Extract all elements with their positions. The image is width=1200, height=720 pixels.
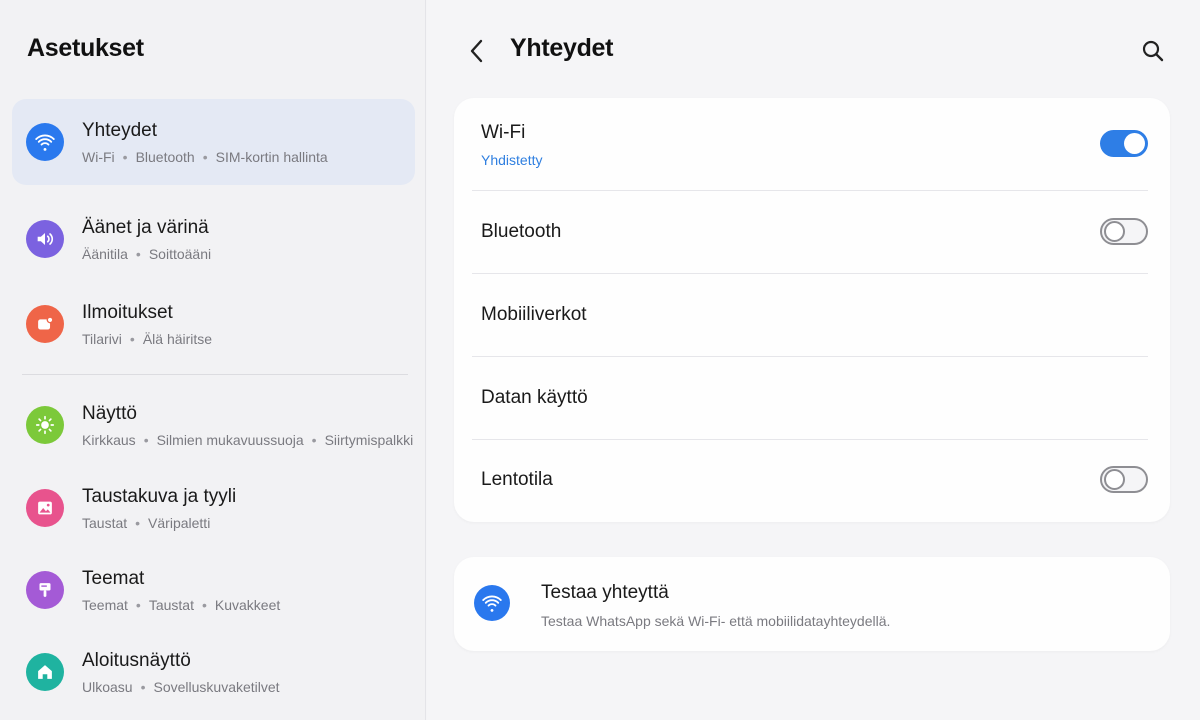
wifi-status: Yhdistetty [481,152,543,168]
sidebar-item-themes[interactable]: Teemat Teemat • Taustat • Kuvakkeet [12,547,415,633]
settings-sidebar: Asetukset Yhteydet Wi-Fi • Bluetooth • SIM-k… [0,0,426,720]
toggle-knob [1104,469,1125,490]
wifi-label: Wi-Fi [481,122,526,143]
speaker-icon [26,220,64,258]
search-icon [1142,40,1164,62]
back-button[interactable] [464,36,490,66]
toggle-knob [1124,133,1145,154]
mobile-networks-label: Mobiiliverkot [481,304,587,325]
search-button[interactable] [1140,38,1166,64]
sidebar-item-title: Näyttö [82,403,137,424]
bluetooth-label: Bluetooth [481,221,562,242]
sidebar-item-sounds[interactable]: Äänet ja värinä Äänitila • Soittoääni [12,196,415,282]
airplane-mode-toggle[interactable] [1100,466,1148,493]
sidebar-item-notifications[interactable]: Ilmoitukset Tilarivi • Älä häiritse [12,281,415,367]
notification-icon [26,305,64,343]
sidebar-item-subtitle: Taustat • Väripaletti [82,515,211,531]
toggle-knob [1104,221,1125,242]
sidebar-item-title: Taustakuva ja tyyli [82,486,237,507]
airplane-mode-row[interactable]: Lentotila [472,440,1148,522]
image-icon [26,489,64,527]
sidebar-item-title: Ilmoitukset [82,302,173,323]
wifi-icon [26,123,64,161]
sidebar-item-subtitle: Äänitila • Soittoääni [82,246,212,262]
test-connection-card[interactable]: Testaa yhteyttä Testaa WhatsApp sekä Wi-… [454,557,1170,651]
bluetooth-toggle[interactable] [1100,218,1148,245]
back-arrow-icon [470,39,483,63]
page-title: Yhteydet [510,34,614,62]
sidebar-item-connections[interactable]: Yhteydet Wi-Fi • Bluetooth • SIM-kortin hall… [12,99,415,185]
sidebar-item-home-screen[interactable]: Aloitusnäyttö Ulkoasu • Sovelluskuvaketilv… [12,629,415,715]
airplane-mode-label: Lentotila [481,469,553,490]
sidebar-item-subtitle: Tilarivi • Älä häiritse [82,331,213,347]
wifi-row[interactable]: Wi-Fi Yhdistetty [472,98,1148,190]
mobile-networks-row[interactable]: Mobiiliverkot [472,274,1148,356]
sun-icon [26,406,64,444]
home-icon [26,653,64,691]
wifi-toggle[interactable] [1100,130,1148,157]
sidebar-item-display[interactable]: Näyttö Kirkkaus • Silmien mukavuussuoja • Si… [12,382,415,468]
sidebar-item-title: Aloitusnäyttö [82,650,191,671]
sidebar-item-title: Teemat [82,568,145,589]
sidebar-item-subtitle: Teemat • Taustat • Kuvakkeet [82,597,281,613]
connections-card: Wi-Fi Yhdistetty Bluetooth Mobiiliverkot… [454,98,1170,522]
test-connection-title: Testaa yhteyttä [541,582,669,603]
sidebar-item-subtitle: Wi-Fi • Bluetooth • SIM-kortin hallinta [82,149,328,165]
bluetooth-row[interactable]: Bluetooth [472,191,1148,273]
sidebar-item-subtitle: Kirkkaus • Silmien mukavuussuoja • Siirtymis… [82,432,414,448]
sidebar-item-title: Yhteydet [82,120,157,141]
data-usage-row[interactable]: Datan käyttö [472,357,1148,439]
app-title: Asetukset [27,34,144,62]
wifi-icon [474,585,510,621]
sidebar-item-wallpaper[interactable]: Taustakuva ja tyyli Taustat • Väripaletti [12,465,415,551]
data-usage-label: Datan käyttö [481,387,588,408]
sidebar-item-title: Äänet ja värinä [82,217,209,238]
test-connection-description: Testaa WhatsApp sekä Wi-Fi- että mobiili… [541,613,891,629]
sidebar-divider [22,374,408,375]
brush-icon [26,571,64,609]
sidebar-item-subtitle: Ulkoasu • Sovelluskuvaketilvet [82,679,280,695]
